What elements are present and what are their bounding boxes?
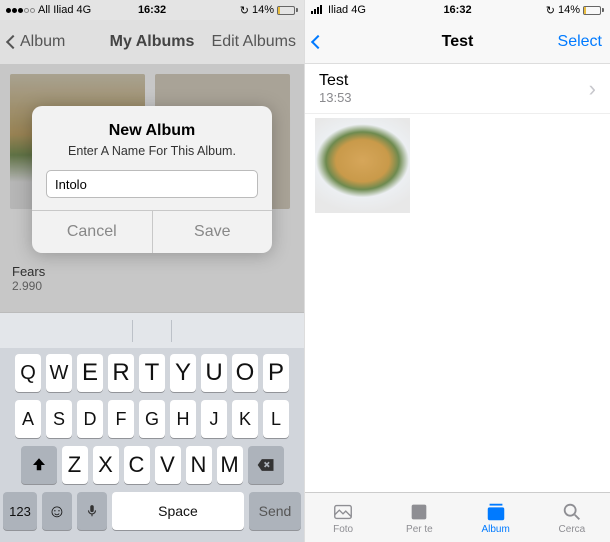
chevron-right-icon: › <box>589 76 596 102</box>
key-l[interactable]: L <box>263 400 289 438</box>
album-header-time: 13:53 <box>319 90 589 105</box>
photo-thumbnail[interactable] <box>315 118 410 213</box>
key-w[interactable]: W <box>46 354 72 392</box>
search-icon <box>560 501 584 523</box>
clock-label: 16:32 <box>138 4 166 16</box>
status-bar: All Iliad 4G 16:32 ↻ 14% <box>0 0 304 20</box>
emoji-icon: ☺ <box>48 501 66 522</box>
key-a[interactable]: A <box>15 400 41 438</box>
tab-per-te[interactable]: Per te <box>381 493 457 542</box>
key-p[interactable]: P <box>263 354 289 392</box>
battery-icon <box>277 6 298 15</box>
key-h[interactable]: H <box>170 400 196 438</box>
key-s[interactable]: S <box>46 400 72 438</box>
refresh-icon: ↻ <box>240 4 249 17</box>
chevron-left-icon <box>6 35 20 49</box>
tab-album[interactable]: Album <box>458 493 534 542</box>
albums-content: Fears 2.990 New Album Enter A Name For T… <box>0 64 304 312</box>
dictation-key[interactable] <box>77 492 107 530</box>
for-you-icon <box>407 501 431 523</box>
album-name-input[interactable] <box>46 170 258 198</box>
key-d[interactable]: D <box>77 400 103 438</box>
tab-bar: Foto Per te Album Cerca <box>305 492 610 542</box>
keyboard: Q W E R T Y U O P A S D F G H J K L Z X … <box>0 348 304 542</box>
battery-pct-label: 14% <box>558 4 580 16</box>
key-f[interactable]: F <box>108 400 134 438</box>
key-u[interactable]: U <box>201 354 227 392</box>
key-t[interactable]: T <box>139 354 165 392</box>
key-e[interactable]: E <box>77 354 103 392</box>
mic-icon <box>85 502 99 520</box>
nav-bar: Album My Albums Edit Albums <box>0 20 304 64</box>
alert-title: New Album <box>46 122 258 140</box>
tab-label: Cerca <box>559 524 586 535</box>
nav-select-button[interactable]: Select <box>458 33 603 51</box>
tab-label: Album <box>481 524 509 535</box>
shift-icon <box>30 456 48 474</box>
signal-icon <box>6 8 35 13</box>
save-button[interactable]: Save <box>153 211 273 253</box>
cancel-button[interactable]: Cancel <box>32 211 153 253</box>
carrier-label: Iliad 4G <box>328 4 366 16</box>
key-y[interactable]: Y <box>170 354 196 392</box>
album-header-title: Test <box>319 72 589 90</box>
backspace-key[interactable] <box>248 446 284 484</box>
alert-message: Enter A Name For This Album. <box>46 144 258 158</box>
photos-icon <box>331 501 355 523</box>
nav-right-label: Edit Albums <box>212 33 296 51</box>
battery-icon <box>583 6 604 15</box>
new-album-alert: New Album Enter A Name For This Album. C… <box>32 106 272 253</box>
nav-back-label: Album <box>20 33 65 51</box>
key-v[interactable]: V <box>155 446 181 484</box>
key-j[interactable]: J <box>201 400 227 438</box>
signal-bars-icon <box>311 4 325 17</box>
refresh-icon: ↻ <box>546 4 555 17</box>
album-icon <box>484 501 508 523</box>
tab-label: Per te <box>406 524 433 535</box>
key-g[interactable]: G <box>139 400 165 438</box>
key-q[interactable]: Q <box>15 354 41 392</box>
tab-cerca[interactable]: Cerca <box>534 493 610 542</box>
nav-right-label: Select <box>558 33 602 51</box>
album-header-row[interactable]: Test 13:53 › <box>305 64 610 114</box>
key-m[interactable]: M <box>217 446 243 484</box>
key-k[interactable]: K <box>232 400 258 438</box>
tab-foto[interactable]: Foto <box>305 493 381 542</box>
carrier-label: All Iliad 4G <box>38 4 91 16</box>
send-key[interactable]: Send <box>249 492 301 530</box>
key-n[interactable]: N <box>186 446 212 484</box>
status-bar: Iliad 4G 16:32 ↻ 14% <box>305 0 610 20</box>
numeric-key[interactable]: 123 <box>3 492 37 530</box>
nav-edit-button[interactable]: Edit Albums <box>152 33 296 51</box>
album-detail-content: Test 13:53 › <box>305 64 610 492</box>
backspace-icon <box>256 455 276 475</box>
space-key[interactable]: Space <box>112 492 244 530</box>
emoji-key[interactable]: ☺ <box>42 492 72 530</box>
key-r[interactable]: R <box>108 354 134 392</box>
clock-label: 16:32 <box>443 4 471 16</box>
key-x[interactable]: X <box>93 446 119 484</box>
shift-key[interactable] <box>21 446 57 484</box>
nav-bar: Test Select <box>305 20 610 64</box>
keyboard-suggestions <box>0 312 304 348</box>
key-c[interactable]: C <box>124 446 150 484</box>
battery-pct-label: 14% <box>252 4 274 16</box>
chevron-left-icon <box>311 34 325 48</box>
nav-back-button[interactable]: Album <box>8 33 152 51</box>
tab-label: Foto <box>333 524 353 535</box>
nav-back-button[interactable] <box>313 37 458 47</box>
key-z[interactable]: Z <box>62 446 88 484</box>
key-o[interactable]: O <box>232 354 258 392</box>
